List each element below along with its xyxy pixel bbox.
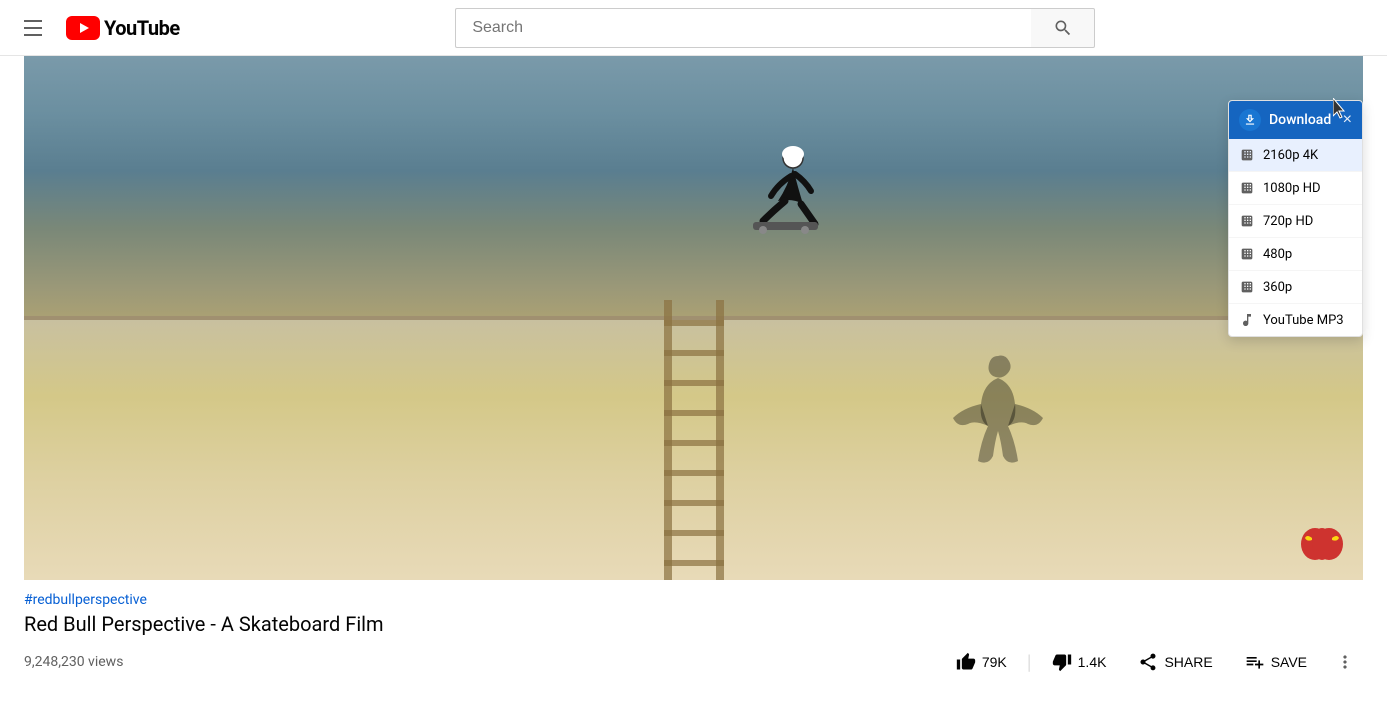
option-label-360p: 360p <box>1263 280 1292 295</box>
search-input[interactable] <box>455 8 1031 48</box>
download-arrow-icon <box>1243 113 1257 127</box>
more-dots-icon <box>1335 652 1355 672</box>
youtube-logo[interactable]: YouTube <box>66 16 180 40</box>
download-close-button[interactable]: × <box>1343 112 1352 128</box>
thumbs-up-icon <box>956 652 976 672</box>
film-icon-360p <box>1239 279 1255 295</box>
save-button[interactable]: SAVE <box>1233 644 1319 680</box>
youtube-play-icon <box>66 16 100 40</box>
redbull-logo-svg <box>1297 524 1347 564</box>
video-title: Red Bull Perspective - A Skateboard Film <box>24 612 1363 636</box>
like-button[interactable]: 79K <box>944 644 1019 680</box>
skater-svg <box>743 146 823 236</box>
option-label-2160p: 2160p 4K <box>1263 148 1318 163</box>
save-icon <box>1245 652 1265 672</box>
option-label-1080p: 1080p HD <box>1263 181 1321 196</box>
download-header: Download × <box>1229 101 1362 139</box>
like-count: 79K <box>982 654 1007 670</box>
download-option-mp3[interactable]: YouTube MP3 <box>1229 304 1362 336</box>
hamburger-menu-icon[interactable] <box>16 12 50 44</box>
search-icon <box>1053 18 1073 38</box>
film-icon-720p <box>1239 213 1255 229</box>
search-container <box>455 8 1095 48</box>
youtube-wordmark: YouTube <box>104 16 180 40</box>
film-icon-1080p <box>1239 180 1255 196</box>
header: YouTube <box>0 0 1387 56</box>
dislike-count: 1.4K <box>1078 654 1107 670</box>
option-label-720p: 720p HD <box>1263 214 1313 229</box>
music-icon-mp3 <box>1239 312 1255 328</box>
header-left: YouTube <box>16 12 180 44</box>
download-option-360p[interactable]: 360p <box>1229 271 1362 304</box>
main-content: Download × 2160p 4K 1080p HD <box>0 56 1387 688</box>
share-label: SHARE <box>1164 654 1212 670</box>
view-count: 9,248,230 views <box>24 654 123 670</box>
redbull-watermark <box>1297 524 1347 564</box>
action-buttons: 79K | 1.4K SHARE <box>944 644 1363 680</box>
ladder-svg <box>644 300 744 580</box>
option-label-mp3: YouTube MP3 <box>1263 313 1344 328</box>
video-stats-row: 9,248,230 views 79K | 1.4K <box>24 644 1363 680</box>
center-structure <box>644 300 744 580</box>
film-icon-2160p <box>1239 147 1255 163</box>
shadow-svg <box>933 346 1063 516</box>
shadow-figure <box>933 346 1063 520</box>
video-info: #redbullperspective Red Bull Perspective… <box>24 580 1363 688</box>
download-option-2160p[interactable]: 2160p 4K <box>1229 139 1362 172</box>
video-hashtag[interactable]: #redbullperspective <box>24 592 1363 608</box>
download-icon-circle <box>1239 109 1261 131</box>
skater-figure <box>743 146 823 240</box>
download-option-1080p[interactable]: 1080p HD <box>1229 172 1362 205</box>
share-button[interactable]: SHARE <box>1126 644 1224 680</box>
save-label: SAVE <box>1271 654 1307 670</box>
search-button[interactable] <box>1031 8 1095 48</box>
download-title: Download <box>1269 112 1335 128</box>
thumbs-down-icon <box>1052 652 1072 672</box>
dislike-button[interactable]: 1.4K <box>1040 644 1119 680</box>
download-option-720p[interactable]: 720p HD <box>1229 205 1362 238</box>
video-wrapper: Download × 2160p 4K 1080p HD <box>24 56 1363 580</box>
video-thumbnail <box>24 56 1363 580</box>
download-dropdown: Download × 2160p 4K 1080p HD <box>1228 100 1363 337</box>
film-icon-480p <box>1239 246 1255 262</box>
share-icon <box>1138 652 1158 672</box>
option-label-480p: 480p <box>1263 247 1292 262</box>
more-options-button[interactable] <box>1327 644 1363 680</box>
like-divider: | <box>1027 650 1032 674</box>
download-option-480p[interactable]: 480p <box>1229 238 1362 271</box>
